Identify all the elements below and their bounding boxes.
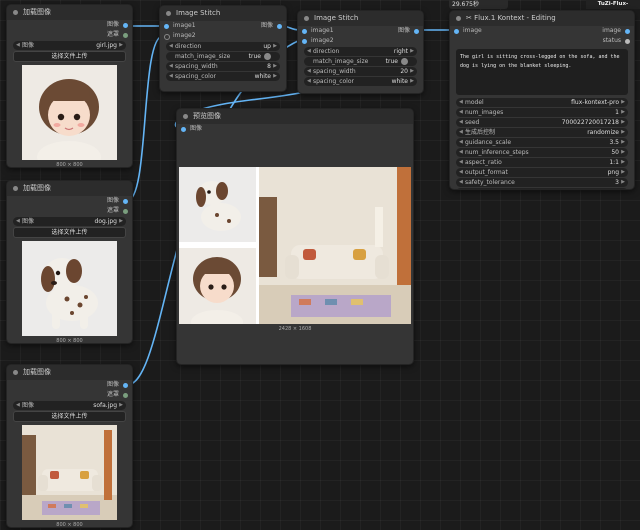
image-select[interactable]: ◀ 图像 dog.jpg ▶ <box>13 217 126 226</box>
execution-timer: 29.675秒 <box>449 0 508 9</box>
sofa-preview-image <box>22 425 117 520</box>
output-mask-label: 遮罩 <box>106 31 119 38</box>
node-title[interactable]: 加载图像 <box>7 5 132 20</box>
node-title[interactable]: 加载图像 <box>7 365 132 380</box>
stitched-preview-image <box>179 167 411 324</box>
image-stitch-node-1[interactable]: Image Stitch image1 图像 image2 ◀ direction… <box>159 5 287 92</box>
input-image2-label: image2 <box>173 32 196 39</box>
preview-size-caption: 2428 × 1608 <box>278 326 312 332</box>
spacing-width-stepper[interactable]: ◀ spacing_width 20 ▶ <box>304 67 417 76</box>
direction-select[interactable]: ◀ direction up ▶ <box>166 42 280 51</box>
node-title[interactable]: ✂ Flux.1 Kontext - Editing <box>450 11 634 26</box>
input-image2-label: image2 <box>311 37 334 44</box>
output-mask-label: 遮罩 <box>106 207 119 214</box>
input-image-label: 图像 <box>190 125 203 132</box>
safety-tolerance-stepper[interactable]: ◀ safety_tolerance 3 ▶ <box>456 178 628 187</box>
input-image-port[interactable] <box>181 126 186 132</box>
output-image-label: 图像 <box>260 22 273 29</box>
output-mask-label: 遮罩 <box>106 391 119 398</box>
image-size-caption: 800 × 800 <box>56 522 83 528</box>
node-title[interactable]: Image Stitch <box>298 11 423 26</box>
output-mask-port[interactable] <box>123 32 128 38</box>
guidance-scale-stepper[interactable]: ◀ guidance_scale 3.5 ▶ <box>456 138 628 147</box>
match-image-size-toggle[interactable]: match_image_size true <box>304 57 417 66</box>
node-title[interactable]: Image Stitch <box>160 6 286 21</box>
toggle-knob-icon <box>401 57 408 65</box>
load-image-node-sofa[interactable]: 加载图像 图像 遮罩 ◀ 图像 sofa.jpg ▶ 选择文件上传 800 × 800 <box>6 364 133 528</box>
input-image1-port[interactable] <box>302 28 307 34</box>
node-title[interactable]: 预览图像 <box>177 109 413 124</box>
output-image-port[interactable] <box>123 22 128 28</box>
flux-kontext-editing-node[interactable]: ✂ Flux.1 Kontext - Editing image image s… <box>449 10 635 190</box>
preview-image-node[interactable]: 预览图像 图像 2428 × 1608 <box>176 108 414 365</box>
spacing-width-stepper[interactable]: ◀ spacing_width 8 ▶ <box>166 62 280 71</box>
num-images-stepper[interactable]: ◀ num_images 1 ▶ <box>456 108 628 117</box>
upload-button[interactable]: 选择文件上传 <box>13 411 126 422</box>
input-image2-port[interactable] <box>164 33 170 40</box>
dog-preview-image <box>22 241 117 336</box>
aspect-ratio-select[interactable]: ◀ aspect_ratio 1:1 ▶ <box>456 158 628 167</box>
output-status-port[interactable] <box>625 38 630 44</box>
spacing-color-select[interactable]: ◀ spacing_color white ▶ <box>166 72 280 81</box>
output-status-label: status <box>602 37 621 44</box>
output-image-port[interactable] <box>625 28 630 34</box>
image-select[interactable]: ◀ 图像 sofa.jpg ▶ <box>13 401 126 410</box>
image-select[interactable]: ◀ 图像 girl.jpg ▶ <box>13 41 126 50</box>
brand-label: TuZi-Flux-Kontext <box>586 0 640 16</box>
input-image1-label: image1 <box>311 27 334 34</box>
output-image-label: 图像 <box>106 381 119 388</box>
image-stitch-node-2[interactable]: Image Stitch image1 图像 image2 ◀ direction… <box>297 10 424 94</box>
inference-steps-stepper[interactable]: ◀ num_inference_steps 50 ▶ <box>456 148 628 157</box>
flux-icon: ✂ <box>466 14 475 22</box>
output-image-label: image <box>602 27 621 34</box>
prompt-textarea[interactable]: The girl is sitting cross-legged on the … <box>456 49 628 95</box>
input-image2-port[interactable] <box>302 38 307 44</box>
output-format-select[interactable]: ◀ output_format png ▶ <box>456 168 628 177</box>
input-image-label: image <box>463 27 482 34</box>
output-image-port[interactable] <box>277 23 282 29</box>
load-image-node-dog[interactable]: 加载图像 图像 遮罩 ◀ 图像 dog.jpg ▶ 选择文件上传 800 × 800 <box>6 180 133 344</box>
output-image-port[interactable] <box>123 198 128 204</box>
output-image-port[interactable] <box>414 28 419 34</box>
model-select[interactable]: ◀ model flux-kontext-pro ▶ <box>456 98 628 107</box>
prompt-upsampling-toggle[interactable]: prompt_upsamplingfalse <box>456 188 628 189</box>
output-mask-port[interactable] <box>123 392 128 398</box>
output-image-label: 图像 <box>106 197 119 204</box>
girl-preview-image <box>22 65 117 160</box>
upload-button[interactable]: 选择文件上传 <box>13 51 126 62</box>
output-mask-port[interactable] <box>123 208 128 214</box>
input-image1-label: image1 <box>173 22 196 29</box>
output-image-port[interactable] <box>123 382 128 388</box>
seed-stepper[interactable]: ◀ seed 700022720017218 ▶ <box>456 118 628 127</box>
upload-button[interactable]: 选择文件上传 <box>13 227 126 238</box>
input-image-port[interactable] <box>454 28 459 34</box>
output-image-label: 图像 <box>397 27 410 34</box>
control-after-generate-select[interactable]: ◀ 生成后控制 randomize ▶ <box>456 128 628 137</box>
node-title[interactable]: 加载图像 <box>7 181 132 196</box>
match-image-size-toggle[interactable]: match_image_size true <box>166 52 280 61</box>
input-image1-port[interactable] <box>164 23 169 29</box>
direction-select[interactable]: ◀ direction right ▶ <box>304 47 417 56</box>
image-size-caption: 800 × 800 <box>56 162 83 168</box>
output-image-label: 图像 <box>106 21 119 28</box>
spacing-color-select[interactable]: ◀ spacing_color white ▶ <box>304 77 417 86</box>
toggle-knob-icon <box>264 52 271 60</box>
image-size-caption: 800 × 800 <box>56 338 83 344</box>
load-image-node-girl[interactable]: 加载图像 图像 遮罩 ◀ 图像 girl.jpg ▶ 选择文件上传 800 × 800 <box>6 4 133 168</box>
